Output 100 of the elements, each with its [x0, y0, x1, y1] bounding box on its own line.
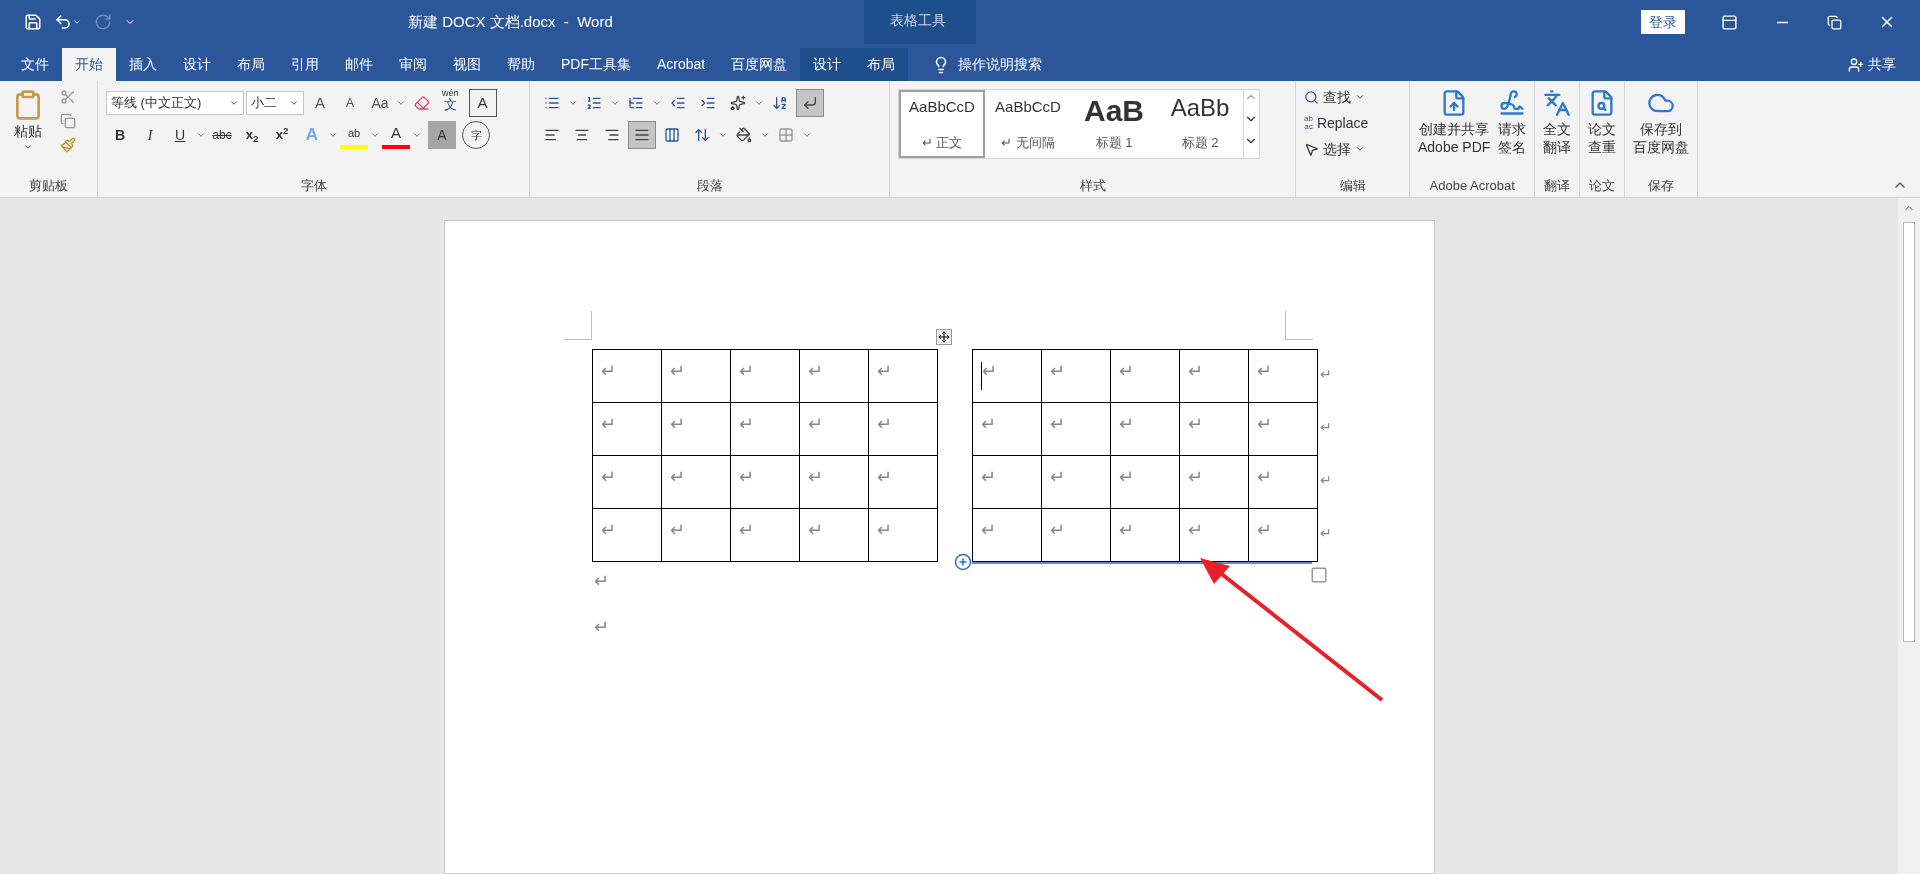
ribbon-tab[interactable]: 引用	[278, 48, 332, 81]
find-button[interactable]: 查找	[1304, 85, 1401, 109]
asian-layout-icon	[730, 95, 746, 111]
cell-paragraph-mark: ↵	[876, 415, 892, 433]
contextual-group-title: 表格工具	[890, 11, 946, 30]
grow-font-button[interactable]: A	[306, 89, 334, 117]
cell-paragraph-mark: ↵	[1187, 521, 1203, 539]
highlight-button[interactable]: ab	[340, 121, 368, 149]
ribbon-tab[interactable]: PDF工具集	[548, 48, 644, 81]
dropdown-caret-icon[interactable]	[196, 130, 206, 140]
dropdown-caret-icon[interactable]	[652, 98, 662, 108]
font-size-dropdown[interactable]: 小二	[246, 91, 304, 115]
shrink-font-button[interactable]: A	[336, 89, 364, 117]
sign-in-button[interactable]: 登录	[1641, 10, 1685, 34]
ribbon-tab[interactable]: 插入	[116, 48, 170, 81]
numbered-list-icon	[586, 95, 602, 111]
ribbon-tab[interactable]: 开始	[62, 48, 116, 81]
font-name-dropdown[interactable]: 等线 (中文正文)	[106, 91, 244, 115]
cell-paragraph-mark: ↵	[1118, 415, 1134, 433]
bold-button[interactable]: B	[106, 121, 134, 149]
subscript-button[interactable]: x$_{2}$	[238, 121, 266, 149]
format-painter-icon[interactable]	[60, 137, 76, 153]
cell-paragraph-mark: ↵	[600, 415, 616, 433]
scrollbar-thumb[interactable]	[1903, 222, 1915, 642]
ribbon-large-button[interactable]: 创建并共享 Adobe PDF	[1418, 89, 1491, 177]
dropdown-caret-icon[interactable]	[802, 130, 812, 140]
row-end-mark: ↵	[1319, 524, 1332, 541]
shading-button[interactable]: A	[428, 121, 456, 149]
insert-row-icon[interactable]	[953, 553, 972, 571]
person-icon	[1848, 56, 1864, 73]
ribbon-large-button[interactable]: 论文 查重	[1588, 89, 1617, 177]
dropdown-caret-icon[interactable]	[568, 98, 578, 108]
strikethrough-button[interactable]: abc	[208, 121, 236, 149]
ribbon-large-button[interactable]: 全文 翻译	[1543, 89, 1572, 177]
dropdown-caret-icon[interactable]	[610, 98, 620, 108]
ribbon-tab[interactable]: 百度网盘	[718, 48, 801, 81]
ribbon-tab[interactable]: 设计	[170, 48, 224, 81]
borders-icon	[778, 127, 794, 143]
dropdown-caret-icon[interactable]	[328, 130, 338, 140]
dropdown-caret-icon[interactable]	[396, 98, 406, 108]
ribbon-display-icon[interactable]	[1721, 13, 1738, 31]
paint-bucket-icon	[736, 127, 752, 143]
vertical-scrollbar[interactable]	[1898, 198, 1920, 874]
dropdown-caret-icon[interactable]	[718, 130, 728, 140]
ribbon-tab[interactable]: 文件	[8, 48, 62, 81]
show-marks-button[interactable]	[796, 89, 824, 117]
table-move-handle[interactable]	[935, 329, 952, 345]
row-end-mark: ↵	[1319, 418, 1332, 435]
ribbon-tab[interactable]: 邮件	[332, 48, 386, 81]
phonetic-guide-button[interactable]: wén 文	[438, 89, 463, 117]
superscript-button[interactable]: x$^{2}$	[268, 121, 296, 149]
italic-button[interactable]: I	[136, 121, 164, 149]
ribbon-tab[interactable]: Acrobat	[644, 48, 719, 81]
cut-icon[interactable]	[60, 89, 76, 105]
group-label: 论文	[1589, 176, 1616, 195]
row-end-mark: ↵	[1319, 365, 1332, 382]
dropdown-caret-icon[interactable]	[754, 98, 764, 108]
character-border-button[interactable]: A	[468, 89, 497, 117]
change-case-button[interactable]: Aa	[366, 89, 394, 117]
style-item[interactable]: AaB 标题 1	[1071, 90, 1157, 158]
dropdown-caret-icon[interactable]	[760, 130, 770, 140]
restore-icon[interactable]	[1827, 14, 1842, 30]
cell-paragraph-mark: ↵	[738, 415, 754, 433]
tell-me-search[interactable]: 操作说明搜索	[958, 54, 1043, 75]
cell-paragraph-mark: ↵	[600, 521, 616, 539]
redo-icon[interactable]	[94, 13, 112, 31]
ribbon-tab[interactable]: 视图	[440, 48, 494, 81]
style-item[interactable]: AaBb 标题 2	[1157, 90, 1243, 158]
underline-button[interactable]: U	[166, 121, 194, 149]
eraser-icon	[414, 95, 430, 111]
ribbon-large-button[interactable]: 请求 签名	[1498, 89, 1527, 177]
font-color-button[interactable]: A	[382, 121, 410, 149]
paste-button[interactable]: 粘贴	[8, 85, 48, 177]
cell-paragraph-mark: ↵	[738, 521, 754, 539]
table-resize-handle[interactable]	[1309, 566, 1328, 584]
group-label: 翻译	[1544, 176, 1571, 195]
save-icon[interactable]	[24, 13, 42, 31]
ribbon-tab[interactable]: 审阅	[386, 48, 440, 81]
share-button[interactable]: 共享	[1848, 48, 1920, 81]
dropdown-caret-icon[interactable]	[72, 17, 82, 27]
cell-paragraph-mark: ↵	[807, 362, 823, 380]
dropdown-caret-icon[interactable]	[370, 130, 380, 140]
ribbon-tab[interactable]: 设计	[800, 48, 855, 81]
ribbon-tab[interactable]: 布局	[854, 48, 909, 81]
dropdown-caret-icon[interactable]	[412, 130, 422, 140]
ribbon-tab[interactable]: 帮助	[494, 48, 548, 81]
ribbon-large-button[interactable]: 保存到 百度网盘	[1633, 89, 1690, 177]
select-button[interactable]: 选择	[1304, 137, 1401, 161]
sort-icon	[772, 95, 788, 111]
group-label: 段落	[696, 176, 723, 195]
ribbon-tab[interactable]: 布局	[224, 48, 278, 81]
copy-icon[interactable]	[60, 113, 76, 129]
undo-icon[interactable]	[54, 13, 72, 31]
cell-paragraph-mark: ↵	[876, 362, 892, 380]
style-item[interactable]: AaBbCcD ↵ 无间隔	[985, 90, 1071, 158]
cell-paragraph-mark: ↵	[1187, 415, 1203, 433]
cell-paragraph-mark: ↵	[1256, 521, 1272, 539]
style-item[interactable]: AaBbCcD ↵ 正文	[899, 90, 985, 158]
cell-paragraph-mark: ↵	[876, 521, 892, 539]
align-button[interactable]	[628, 121, 656, 149]
